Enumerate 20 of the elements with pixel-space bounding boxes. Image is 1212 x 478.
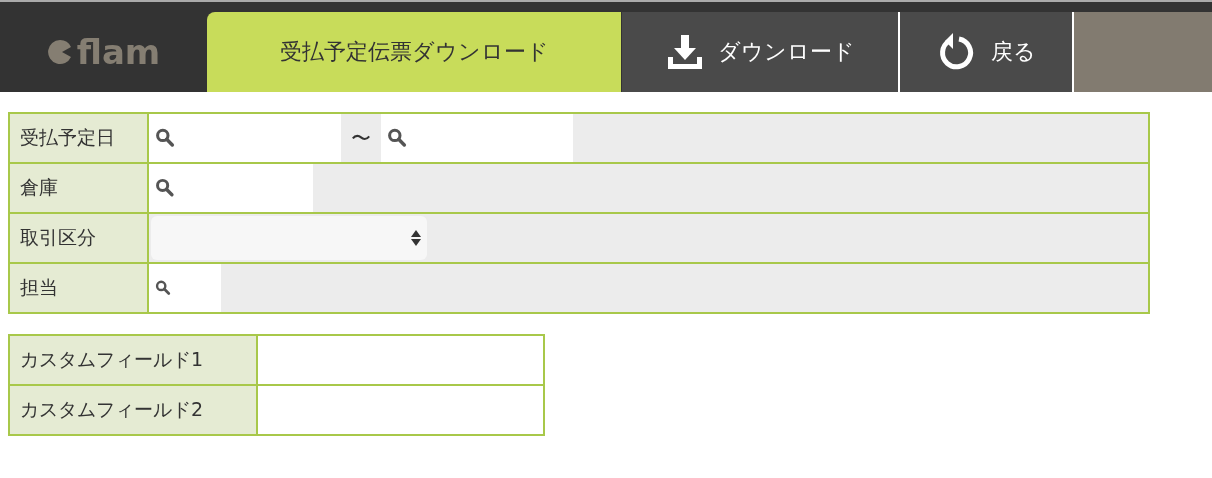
logo-text: flam [76,32,161,72]
field-label: 担当 [10,264,149,312]
back-button[interactable]: 戻る [898,12,1072,92]
download-icon [665,33,704,71]
range-separator: 〜 [350,124,372,152]
search-icon [155,126,176,150]
download-button[interactable]: ダウンロード [622,12,898,92]
search-icon [387,126,408,150]
sort-arrows-icon [411,228,421,248]
search-field[interactable] [149,114,341,162]
search-field[interactable] [149,264,221,312]
search-field[interactable] [149,164,313,212]
field-label: 受払予定日 [10,114,149,162]
tab[interactable]: 受払予定伝票ダウンロード [207,12,621,92]
field-label: 取引区分 [10,214,149,262]
search-field[interactable] [381,114,573,162]
field-label: カスタムフィールド2 [10,386,258,434]
field-label: 倉庫 [10,164,149,212]
logo-icon [46,39,73,65]
field-label: カスタムフィールド1 [10,336,258,384]
